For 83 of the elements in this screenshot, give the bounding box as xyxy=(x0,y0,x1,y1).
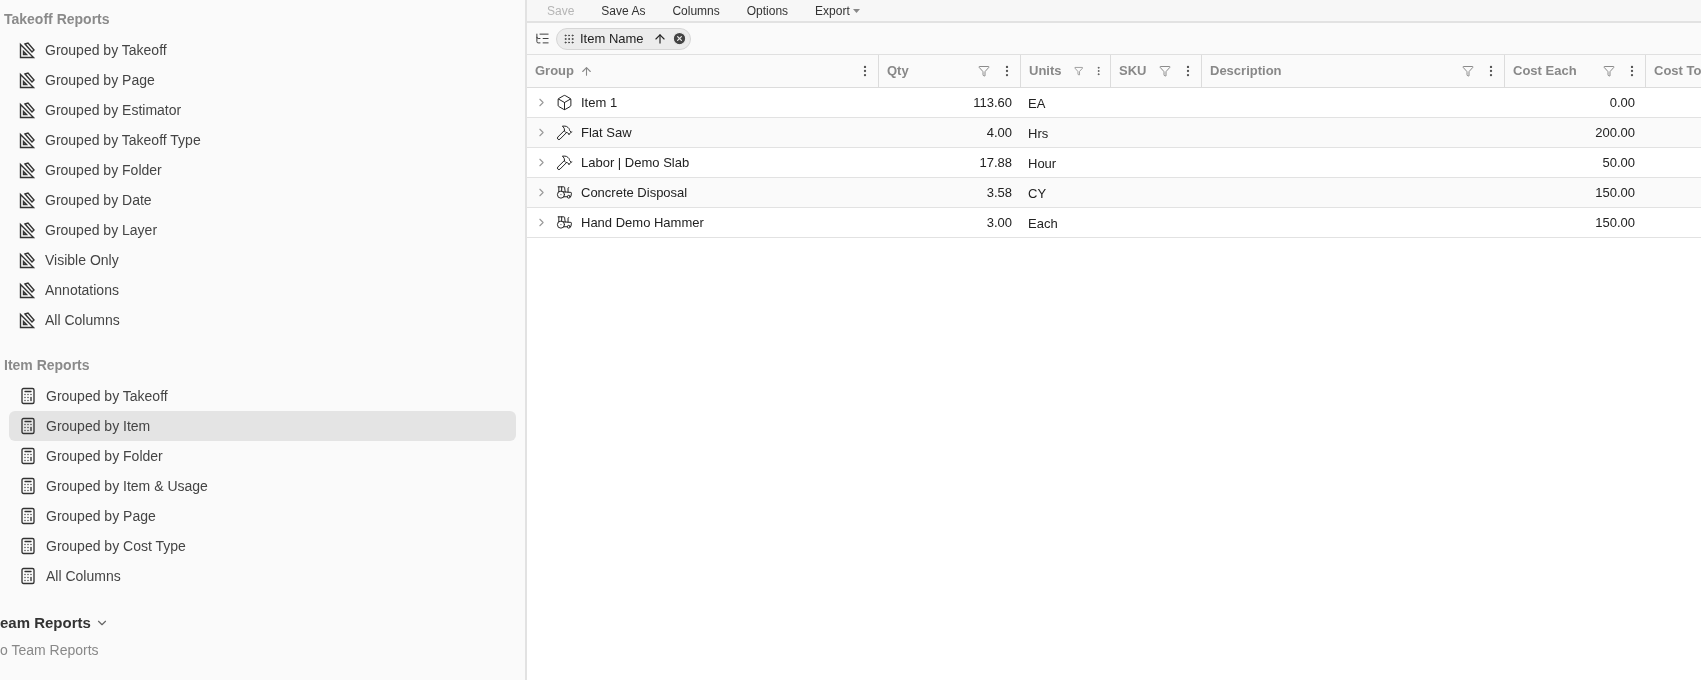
set-square-pencil-icon xyxy=(19,41,36,59)
report-item[interactable]: All Columns xyxy=(9,561,516,591)
set-square-pencil-icon xyxy=(19,191,36,209)
remove-icon[interactable] xyxy=(671,31,687,46)
calculator-icon xyxy=(19,567,37,585)
qty-cell-text: 113.60 xyxy=(973,93,1012,112)
team-reports-toggle[interactable]: eam Reports xyxy=(0,611,525,635)
grouping-chip[interactable]: Item Name xyxy=(556,27,691,50)
report-item[interactable]: Grouped by Takeoff Type xyxy=(9,125,516,155)
item-name: Labor | Demo Slab xyxy=(581,153,690,172)
set-square-pencil-icon xyxy=(19,221,36,239)
calculator-icon xyxy=(19,447,37,465)
cost-each-cell-text: 150.00 xyxy=(1595,183,1635,202)
units-cell: EA xyxy=(1028,95,1046,111)
report-item[interactable]: Grouped by Date xyxy=(9,185,516,215)
sort-up-icon[interactable] xyxy=(652,31,667,46)
item-name: Flat Saw xyxy=(581,123,632,142)
calculator-icon xyxy=(19,477,37,495)
section-heading: Takeoff Reports xyxy=(3,10,111,29)
filter-icon[interactable] xyxy=(1159,65,1171,77)
hammer-icon xyxy=(556,154,573,171)
cost-each-cell-text: 200.00 xyxy=(1595,123,1635,142)
report-item[interactable]: Grouped by Item xyxy=(9,411,516,441)
units-cell: CY xyxy=(1028,185,1047,201)
report-item[interactable]: Grouped by Estimator xyxy=(9,95,516,125)
cost-each-cell-text: 150.00 xyxy=(1595,213,1635,232)
table-row[interactable]: Flat Saw 4.00 Hrs 200.00 xyxy=(527,118,1701,148)
tractor-icon xyxy=(556,214,573,231)
set-square-pencil-icon xyxy=(19,161,36,179)
report-item[interactable]: Grouped by Takeoff xyxy=(9,381,516,411)
hammer-icon xyxy=(556,124,573,141)
report-item[interactable]: Grouped by Folder xyxy=(9,155,516,185)
cost-each-cell-text: 50.00 xyxy=(1602,153,1635,172)
filter-icon[interactable] xyxy=(1073,65,1083,77)
caret-icon xyxy=(852,8,860,13)
qty-cell-text: 3.58 xyxy=(986,183,1012,202)
set-square-pencil-icon xyxy=(19,281,36,299)
units-cell: Hrs xyxy=(1028,125,1049,141)
item-name: Concrete Disposal xyxy=(581,183,688,202)
report-item[interactable]: Grouped by Item & Usage xyxy=(9,471,516,501)
report-item[interactable]: Grouped by Cost Type xyxy=(9,531,516,561)
tractor-icon xyxy=(556,184,573,201)
set-square-pencil-icon xyxy=(19,131,36,149)
report-item[interactable]: Visible Only xyxy=(9,245,516,275)
column-header[interactable]: Cost Each xyxy=(1513,61,1577,81)
cube-icon xyxy=(556,94,573,111)
cost-each-cell-text: 0.00 xyxy=(1609,93,1635,112)
report-item[interactable]: Grouped by Folder xyxy=(9,441,516,471)
qty-cell-text: 3.00 xyxy=(986,213,1012,232)
column-header[interactable]: Units xyxy=(1029,61,1062,81)
set-square-pencil-icon xyxy=(19,101,36,119)
set-square-pencil-icon xyxy=(19,251,36,269)
filter-icon[interactable] xyxy=(1462,65,1474,77)
set-square-pencil-icon xyxy=(19,71,36,89)
list-tree-icon[interactable] xyxy=(535,31,550,46)
calculator-icon xyxy=(19,417,37,435)
report-item[interactable]: Grouped by Takeoff xyxy=(9,35,516,65)
table-row[interactable]: Concrete Disposal 3.58 CY 150.00 xyxy=(527,178,1701,208)
report-item[interactable]: Annotations xyxy=(9,275,516,305)
report-item[interactable]: Grouped by Page xyxy=(9,501,516,531)
report-item[interactable]: Grouped by Layer xyxy=(9,215,516,245)
item-name: Item 1 xyxy=(581,93,618,112)
item-name: Hand Demo Hammer xyxy=(581,213,704,232)
filter-icon[interactable] xyxy=(978,65,990,77)
toolbar-button[interactable]: Save As xyxy=(601,1,646,20)
report-item[interactable]: Grouped by Page xyxy=(9,65,516,95)
set-square-pencil-icon xyxy=(19,311,36,329)
toolbar-button[interactable]: Columns xyxy=(672,1,720,20)
qty-cell-text: 4.00 xyxy=(986,123,1012,142)
qty-cell-text: 17.88 xyxy=(979,153,1012,172)
units-cell: Each xyxy=(1028,215,1058,231)
calculator-icon xyxy=(19,387,37,405)
column-header[interactable]: Cost To xyxy=(1654,61,1701,81)
grip-icon xyxy=(563,32,575,45)
report-item[interactable]: All Columns xyxy=(9,305,516,335)
empty-message: o Team Reports xyxy=(0,641,100,660)
filter-icon[interactable] xyxy=(1603,65,1615,77)
toolbar-button[interactable]: Export xyxy=(815,1,860,20)
toolbar-button[interactable]: Options xyxy=(746,1,789,20)
calculator-icon xyxy=(19,507,37,525)
calculator-icon xyxy=(19,537,37,555)
section-heading: Item Reports xyxy=(3,356,91,375)
units-cell: Hour xyxy=(1028,155,1057,171)
